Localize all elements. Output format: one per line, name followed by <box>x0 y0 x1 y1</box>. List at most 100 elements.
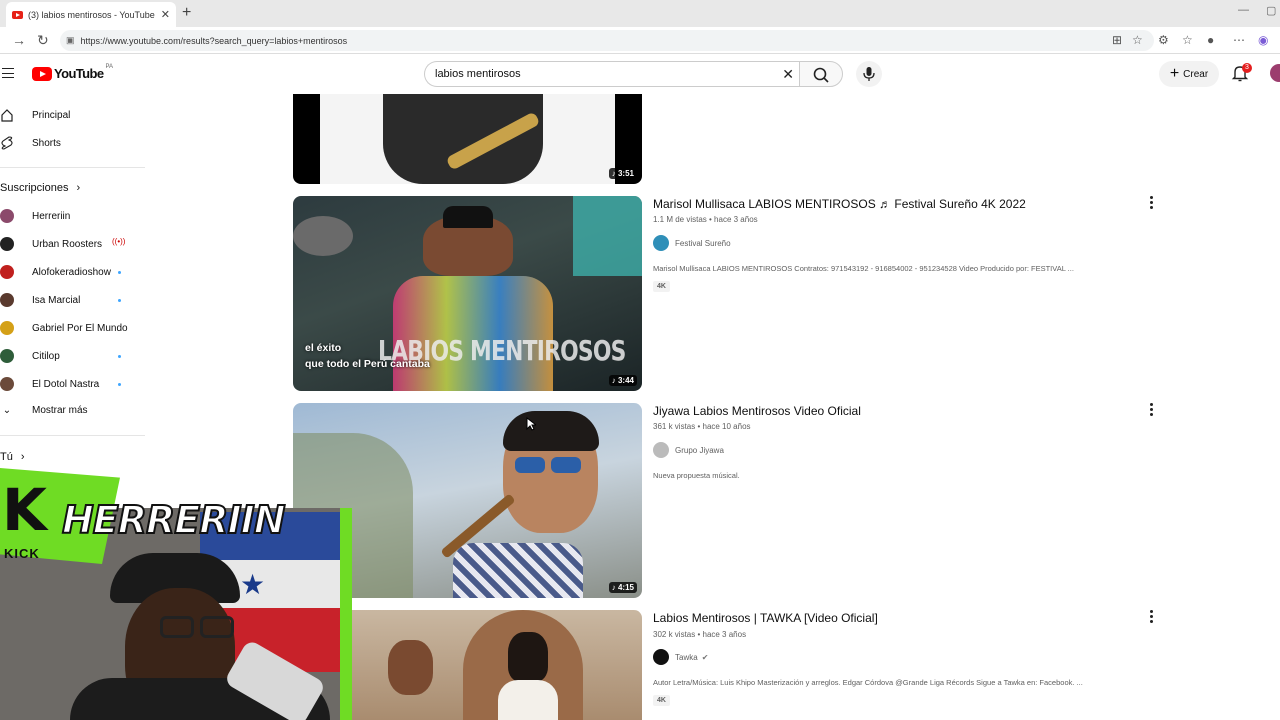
video-description: Autor Letra/Música: Luis Khipo Masteriza… <box>653 678 1083 687</box>
browser-tab[interactable]: (3) labios mentirosos - YouTube ✕ <box>6 2 176 27</box>
clear-search-icon[interactable]: ✕ <box>782 66 794 83</box>
duration-text: 4:15 <box>617 583 634 592</box>
url-text: https://www.youtube.com/results?search_q… <box>80 35 348 46</box>
new-content-dot <box>118 271 121 274</box>
sidebar-item-home[interactable]: Principal <box>0 108 70 122</box>
menu-icon[interactable] <box>2 68 14 78</box>
url-field[interactable]: ▣ https://www.youtube.com/results?search… <box>60 30 1154 51</box>
sunglasses-right <box>551 457 581 473</box>
minimize-icon[interactable]: — <box>1238 4 1249 16</box>
glasses-right <box>200 616 234 638</box>
sidebar-item-subscription[interactable]: Gabriel Por El Mundo <box>0 321 128 335</box>
search-button[interactable] <box>799 61 843 87</box>
duration-badge: ♪ 3:44 <box>608 375 637 386</box>
app-available-icon[interactable]: ⊞ <box>1112 33 1122 47</box>
channel-avatar <box>0 321 14 335</box>
sidebar-item-subscription[interactable]: Isa Marcial <box>0 293 125 307</box>
channel-avatar <box>0 377 14 391</box>
channel-link[interactable]: Grupo Jiyawa <box>653 442 724 458</box>
chevron-right-icon: › <box>20 451 25 463</box>
search-query: labios mentirosos <box>435 68 521 80</box>
webcam-overlay: ★ K KICK HERRERIIN <box>0 468 352 720</box>
woman-figure <box>508 632 548 682</box>
profile-icon[interactable]: ● <box>1207 33 1214 47</box>
copilot-icon[interactable]: ◉ <box>1258 33 1268 47</box>
thumbnail-title-art: LABIOS MENTIROSOS <box>378 334 626 367</box>
site-info-icon[interactable]: ▣ <box>66 35 75 46</box>
video-title[interactable]: Labios Mentirosos | TAWKA [Video Oficial… <box>653 611 878 625</box>
create-button[interactable]: + Crear <box>1159 61 1219 87</box>
sidebar-item-label: Gabriel Por El Mundo <box>32 322 128 334</box>
you-title: Tú <box>0 451 13 463</box>
channel-avatar <box>0 209 14 223</box>
search-input[interactable]: labios mentirosos ✕ <box>424 61 800 87</box>
microphone-icon <box>863 67 875 81</box>
channel-link[interactable]: Tawka ✔ <box>653 649 708 665</box>
close-tab-icon[interactable]: ✕ <box>161 8 170 21</box>
sidebar-item-label: Alofokeradioshow <box>32 266 111 278</box>
home-icon <box>1 109 13 122</box>
youtube-logo[interactable]: YouTube PA <box>32 64 113 81</box>
sidebar-item-shorts[interactable]: Shorts <box>0 136 61 150</box>
performer-figure <box>383 94 543 184</box>
video-title[interactable]: Marisol Mullisaca LABIOS MENTIROSOS ♬ Fe… <box>653 197 1026 211</box>
bowler-hat <box>443 206 493 228</box>
subscriptions-heading[interactable]: Suscripciones › <box>0 182 80 194</box>
more-actions-icon[interactable] <box>1150 610 1154 625</box>
new-tab-icon[interactable]: + <box>182 4 191 22</box>
mouse-cursor-icon <box>526 417 536 431</box>
channel-avatar <box>0 237 14 251</box>
webcam-border-green <box>340 508 352 720</box>
maximize-icon[interactable]: ▢ <box>1266 4 1276 17</box>
channel-avatar <box>653 235 669 251</box>
man-hair <box>503 411 599 451</box>
favorites-icon[interactable]: ☆ <box>1182 33 1193 47</box>
woman-blouse <box>498 680 558 720</box>
glasses-left <box>160 616 194 638</box>
reload-icon[interactable]: ↻ <box>37 32 49 49</box>
voice-search-button[interactable] <box>856 61 882 87</box>
logo-text: YouTube <box>54 66 104 81</box>
sidebar-item-subscription[interactable]: Urban Roosters ((•)) <box>0 237 125 251</box>
more-actions-icon[interactable] <box>1150 196 1154 211</box>
sidebar-item-subscription[interactable]: Citilop <box>0 349 125 363</box>
extensions-icon[interactable]: ⚙ <box>1158 33 1169 47</box>
sidebar-item-subscription[interactable]: Alofokeradioshow <box>0 265 125 279</box>
platform-text: KICK <box>4 546 40 561</box>
video-meta: 361 k vistas • hace 10 años <box>653 422 751 431</box>
forward-icon[interactable]: → <box>12 32 26 48</box>
show-more-label: Mostrar más <box>32 405 88 416</box>
browser-address-bar: → ↻ ▣ https://www.youtube.com/results?se… <box>0 27 1280 54</box>
you-section-heading[interactable]: Tú › <box>0 451 25 463</box>
video-meta: 1.1 M de vistas • hace 3 años <box>653 215 758 224</box>
channel-link[interactable]: Festival Sureño <box>653 235 731 251</box>
avatar[interactable] <box>1270 64 1280 82</box>
plaid-shirt <box>453 543 583 598</box>
plus-icon: + <box>1169 65 1180 82</box>
sidebar-item-subscription[interactable]: El Dotol Nastra <box>0 377 125 391</box>
youtube-logo-icon <box>32 66 52 81</box>
new-content-dot <box>118 383 121 386</box>
sidebar-item-subscription[interactable]: Herreriin <box>0 209 70 223</box>
sidebar-item-label: El Dotol Nastra <box>32 378 100 390</box>
live-icon: ((•)) <box>112 237 126 246</box>
video-thumbnail[interactable]: el éxito que todo el Perú cantaba LABIOS… <box>293 196 642 391</box>
sidebar-item-label: Shorts <box>32 137 61 149</box>
duration-badge: ♪ 3:51 <box>608 168 637 179</box>
decoration-teal <box>573 196 642 276</box>
video-title[interactable]: Jiyawa Labios Mentirosos Video Oficial <box>653 404 861 418</box>
favorite-star-icon[interactable]: ☆ <box>1132 33 1143 47</box>
verified-icon: ✔ <box>701 652 709 662</box>
channel-name: Festival Sureño <box>675 238 731 248</box>
duration-text: 3:51 <box>617 169 634 178</box>
show-more-button[interactable]: ⌄ Mostrar más <box>0 405 88 416</box>
browser-tab-strip: (3) labios mentirosos - YouTube ✕ + — ▢ <box>0 0 1280 27</box>
quality-badge: 4K <box>653 281 670 292</box>
more-menu-icon[interactable]: ⋯ <box>1233 33 1245 47</box>
more-actions-icon[interactable] <box>1150 403 1154 418</box>
youtube-favicon-icon <box>12 10 23 19</box>
video-thumbnail[interactable]: ♪ 3:51 <box>293 94 642 184</box>
star-icon: ★ <box>240 569 266 600</box>
video-description: Marisol Mullisaca LABIOS MENTIROSOS Cont… <box>653 264 1074 273</box>
duration-text: 3:44 <box>617 376 634 385</box>
